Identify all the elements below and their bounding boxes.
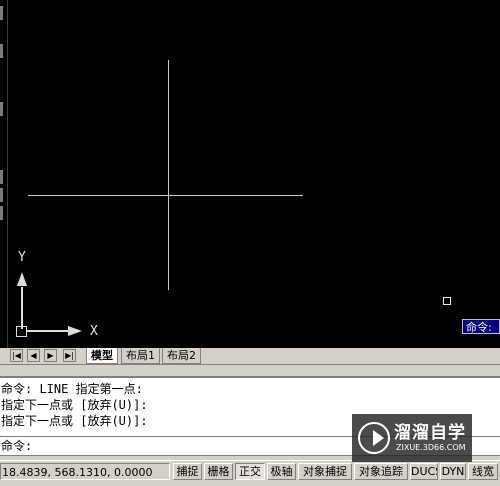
horizontal-line[interactable] [28,195,303,196]
strip-mark [0,188,3,202]
ucs-x-arrow [68,326,82,336]
ucs-y-label: Y [18,250,26,265]
coordinate-readout: 18.4839, 568.1310, 0.0000 [0,463,170,480]
tab-layout1[interactable]: 布局1 [121,348,160,364]
lineweight-toggle[interactable]: 线宽 [468,463,498,480]
ucs-x-axis [27,330,69,332]
strip-mark [0,206,3,220]
vertical-line[interactable] [168,60,169,290]
strip-mark [0,170,3,184]
next-tab-button[interactable]: ▶ [44,349,57,362]
layout-tab-bar: |◀ ◀ ▶ ▶| 模型 布局1 布局2 [0,348,500,365]
pickbox-cursor [443,297,451,305]
polar-toggle[interactable]: 极轴 [267,463,296,480]
tab-model[interactable]: 模型 [86,348,118,364]
strip-mark [0,44,3,58]
snap-toggle[interactable]: 捕捉 [173,463,202,480]
status-bar: 18.4839, 568.1310, 0.0000 捕捉 栅格 正交 极轴 对象… [0,460,500,483]
ucs-y-arrow [17,272,27,286]
prev-tab-button[interactable]: ◀ [27,349,40,362]
watermark-url: ZIXUE.3D66.COM [396,443,466,452]
osnap-toggle[interactable]: 对象捕捉 [298,463,352,480]
command-history-line: 命令: LINE 指定第一点: [1,382,143,396]
command-history-line: 指定下一点或 [放弃(U)]: [1,414,148,428]
command-history-line: 指定下一点或 [放弃(U)]: [1,398,148,412]
tab-layout2[interactable]: 布局2 [162,348,201,364]
dyn-toggle[interactable]: DYN [440,463,466,480]
grid-toggle[interactable]: 栅格 [204,463,233,480]
ucs-y-axis [21,287,23,329]
ucs-x-label: X [90,324,98,339]
watermark-title: 溜溜自学 [394,423,466,443]
ucs-origin-box [16,326,27,337]
strip-mark [0,6,3,20]
play-logo-icon [358,422,390,454]
dynamic-input-tooltip: 命令: [462,319,500,334]
otrack-toggle[interactable]: 对象追踪 [354,463,408,480]
last-tab-button[interactable]: ▶| [63,349,76,362]
strip-mark [0,102,3,116]
ortho-toggle[interactable]: 正交 [235,463,265,480]
watermark: 溜溜自学 ZIXUE.3D66.COM [352,414,472,462]
drawing-canvas[interactable]: Y X 命令: [0,0,500,348]
ducs-toggle[interactable]: DUCS [410,463,438,480]
left-ruler-strip [0,0,8,348]
first-tab-button[interactable]: |◀ [10,349,23,362]
